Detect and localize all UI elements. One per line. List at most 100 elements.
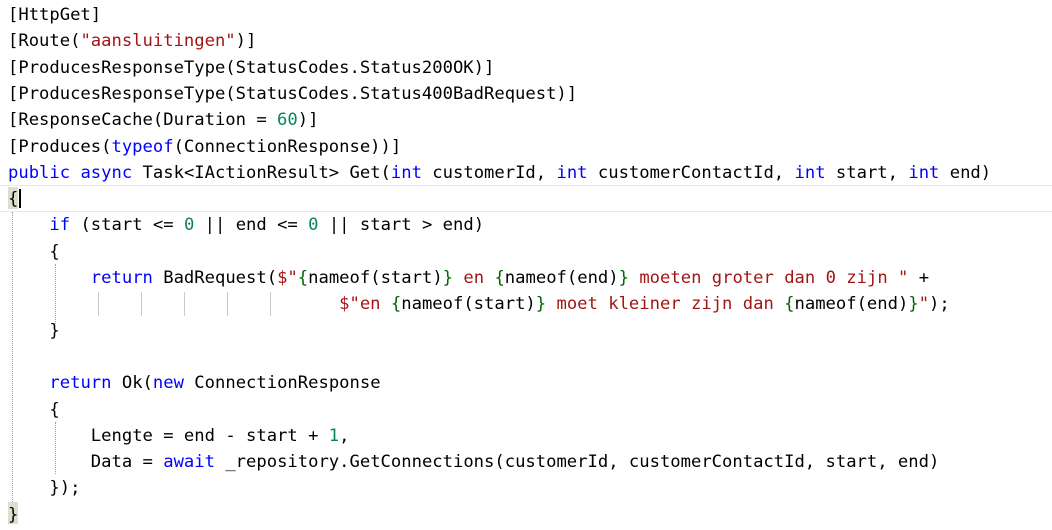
code-token: { (49, 399, 60, 420)
code-token: 0 (308, 215, 319, 236)
code-token: } (442, 268, 454, 288)
code-token: )] (297, 110, 319, 131)
code-token: 0 (183, 215, 195, 236)
code-line[interactable]: { (8, 239, 60, 265)
code-token: BadRequest( (152, 268, 278, 288)
code-token: )] (235, 31, 257, 52)
code-line[interactable]: } (8, 318, 60, 344)
code-line[interactable]: } (8, 502, 18, 528)
code-line[interactable]: }); (8, 475, 80, 501)
code-line[interactable]: Lengte = end - start + 1, (8, 423, 350, 449)
code-line[interactable]: [Route("aansluitingen")] (8, 28, 256, 54)
code-token: moet kleiner zijn dan (546, 294, 785, 315)
code-token: 1 (328, 425, 340, 446)
code-token: { (390, 294, 402, 315)
code-token: end) (939, 162, 992, 183)
code-token: { (8, 189, 19, 210)
code-token: ); (929, 294, 950, 315)
code-line[interactable]: [ProducesResponseType(StatusCodes.Status… (8, 81, 577, 107)
code-token: nameof(end) (794, 294, 909, 315)
code-token: } (908, 294, 919, 315)
code-token: async (80, 162, 133, 183)
code-token: [ResponseCache(Duration = (8, 110, 278, 131)
code-line[interactable]: Data = await _repository.GetConnections(… (8, 449, 940, 475)
code-token: return (49, 373, 112, 394)
code-token: (ConnectionResponse))] (173, 136, 402, 157)
code-line[interactable]: [ResponseCache(Duration = 60)] (8, 107, 318, 133)
code-token: [Route( (8, 31, 81, 52)
code-token: 60 (277, 110, 298, 131)
code-token: "aansluitingen" (80, 31, 236, 52)
code-line[interactable]: { (8, 397, 60, 423)
code-line[interactable]: return Ok(new ConnectionResponse (8, 370, 381, 396)
code-token: int (390, 162, 422, 183)
code-token: Data = (90, 452, 164, 473)
code-token: await (163, 452, 215, 473)
code-line[interactable]: { (8, 186, 18, 212)
code-token: $"en (339, 294, 391, 315)
code-token: return (90, 268, 153, 288)
code-line[interactable]: [HttpGet] (8, 2, 101, 28)
code-token: (start <= (70, 215, 184, 236)
code-token: { (494, 268, 505, 288)
code-line[interactable]: [Produces(typeof(ConnectionResponse))] (8, 134, 401, 160)
code-token: new (152, 373, 184, 394)
code-token: || end <= (194, 215, 309, 236)
code-token: int (794, 162, 826, 183)
code-token: [Produces( (8, 136, 112, 157)
code-token: { (784, 294, 795, 315)
code-line[interactable]: if (start <= 0 || end <= 0 || start > en… (8, 212, 484, 238)
code-token: Lengte = end - start + (90, 425, 329, 446)
code-token: public (8, 162, 71, 183)
code-line[interactable]: [ProducesResponseType(StatusCodes.Status… (8, 55, 494, 81)
code-token: if (49, 215, 71, 236)
code-token: } (49, 320, 60, 341)
code-line[interactable]: $"en {nameof(start)} moet kleiner zijn d… (8, 291, 950, 317)
code-token: _repository.GetConnections(customerId, c… (214, 452, 940, 473)
code-token: } (535, 294, 547, 315)
code-token: customerId, (421, 162, 557, 183)
code-token: en (453, 268, 495, 288)
code-token: , (339, 425, 350, 446)
code-token: int (556, 162, 588, 183)
code-token: nameof(start) (308, 268, 443, 288)
code-token: nameof(end) (504, 268, 619, 288)
code-token: [HttpGet] (8, 5, 102, 25)
code-token: nameof(start) (401, 294, 536, 315)
code-token: }); (49, 478, 81, 499)
code-token: " (918, 294, 930, 315)
code-line[interactable]: return BadRequest($"{nameof(start)} en {… (8, 265, 929, 291)
code-token: Task<IActionResult> Get( (132, 162, 391, 183)
code-token: $" (277, 268, 298, 288)
text-caret (19, 189, 21, 208)
code-token: { (49, 241, 60, 262)
code-editor[interactable]: [HttpGet] [Route("aansluitingen")] [Produc… (0, 0, 1052, 530)
current-line-highlight (0, 184, 1052, 212)
code-token: ConnectionResponse (183, 373, 381, 394)
code-token: typeof (111, 136, 174, 157)
code-token: + (908, 268, 930, 288)
code-token: moeten groter dan 0 zijn " (628, 268, 909, 288)
code-token: || start > end) (318, 215, 485, 236)
code-token: } (8, 504, 19, 525)
code-token: } (618, 268, 629, 288)
code-line[interactable]: public async Task<IActionResult> Get(int… (8, 160, 991, 186)
code-token: { (297, 268, 309, 288)
code-token: customerContactId, (587, 162, 795, 183)
code-token: int (908, 162, 940, 183)
code-token: Ok( (111, 373, 153, 394)
code-token: [ProducesResponseType(StatusCodes.Status… (8, 57, 495, 78)
code-token: [ProducesResponseType(StatusCodes.Status… (8, 83, 578, 104)
code-token: start, (825, 162, 909, 183)
